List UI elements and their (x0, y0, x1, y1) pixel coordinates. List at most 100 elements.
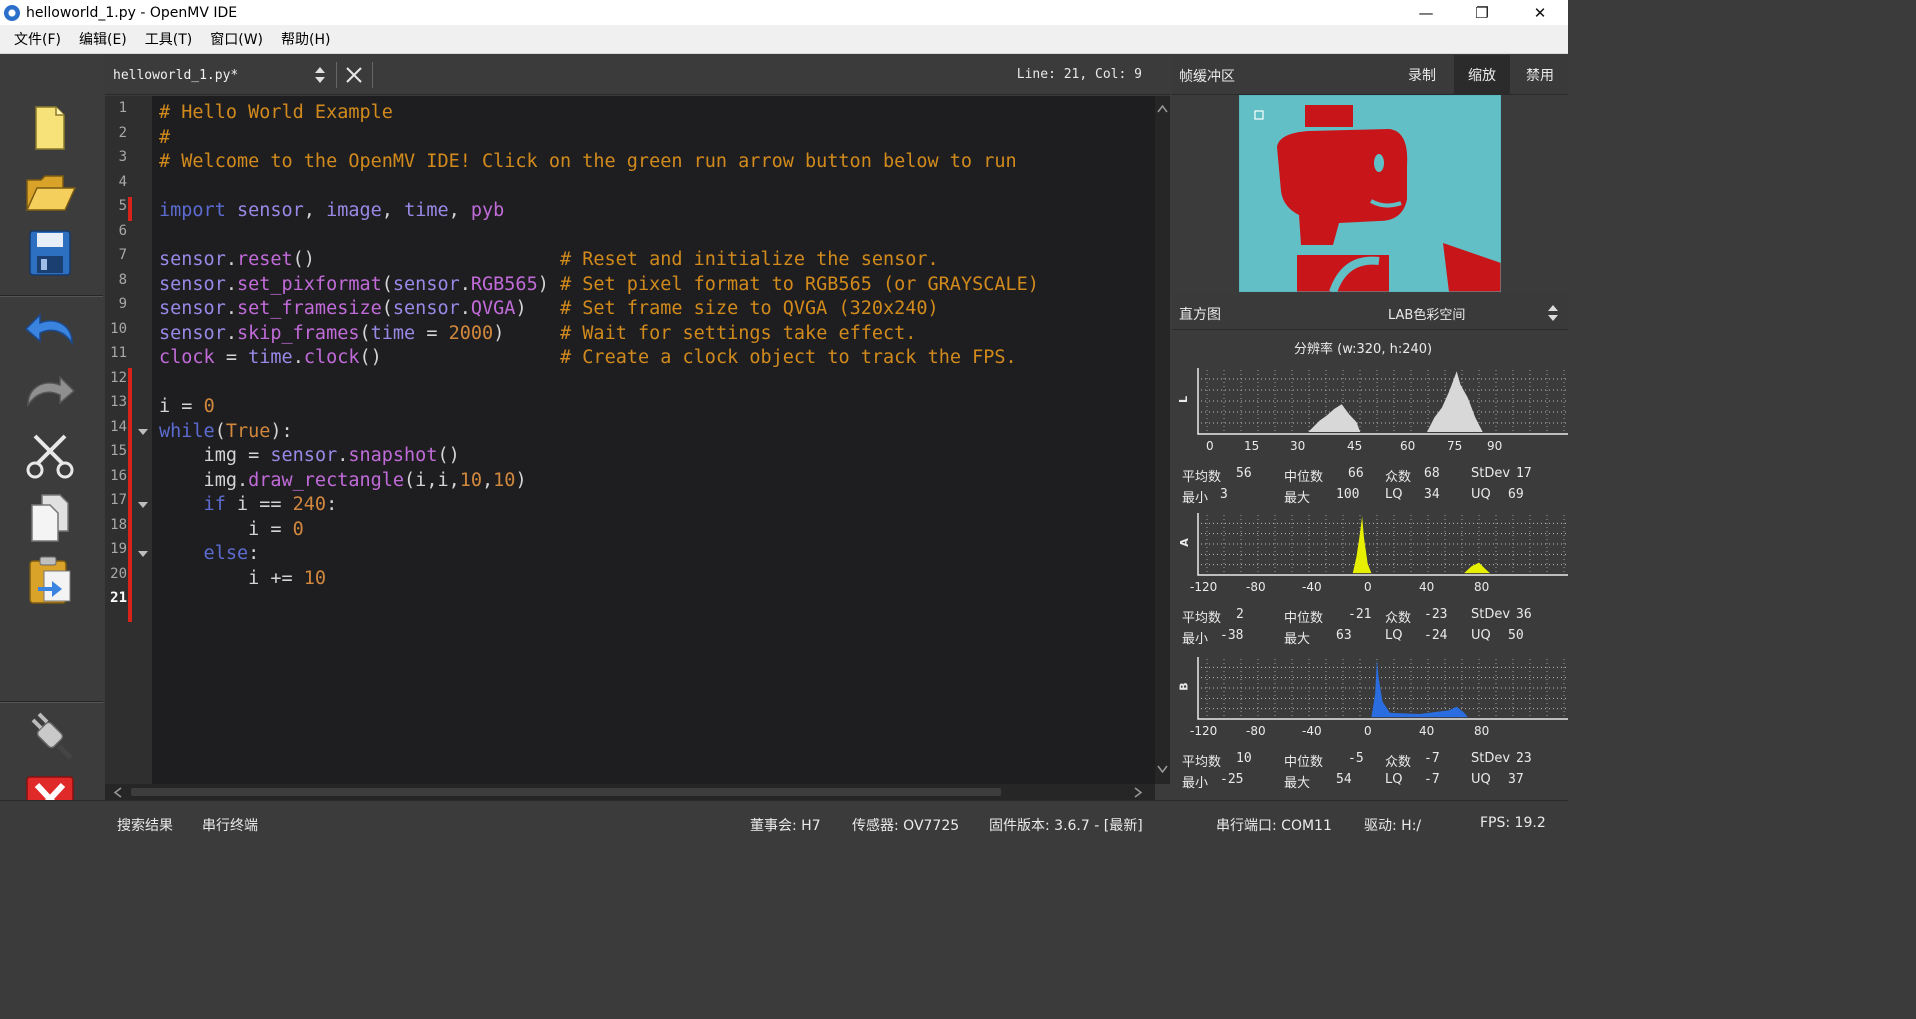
search-results-tab[interactable]: 搜索结果 (117, 815, 173, 835)
code-line: sensor.skip_frames(time = 2000) # Wait f… (159, 322, 916, 346)
stat-value-mode: -23 (1424, 607, 1448, 622)
scroll-up-icon[interactable] (1157, 104, 1168, 114)
stat-value-stdev: 36 (1516, 607, 1532, 622)
colorspace-select[interactable]: LAB色彩空间 (1386, 302, 1566, 324)
line-number: 10 (110, 320, 127, 337)
code-token: (i,i, (404, 469, 460, 491)
redo-icon (27, 375, 76, 408)
scroll-left-icon[interactable] (113, 787, 123, 798)
new-file-button[interactable] (18, 100, 82, 156)
axis-tick-label: 60 (1400, 439, 1416, 453)
code-token: if (159, 494, 226, 515)
stat-value-max: 63 (1336, 628, 1352, 643)
code-editor[interactable]: # Hello World Example # # Welcome to the O… (152, 96, 1155, 784)
axis-tick-label: 40 (1419, 580, 1435, 594)
menu-bar: 文件(F) 编辑(E) 工具(T) 窗口(W) 帮助(H) (0, 25, 1568, 54)
code-line: while(True): (159, 420, 293, 444)
menu-tools[interactable]: 工具(T) (137, 26, 200, 52)
stat-label-min: 最小 (1182, 776, 1209, 791)
code-token: # (159, 126, 171, 148)
code-token: () (359, 347, 561, 368)
fold-arrow-icon[interactable] (138, 502, 148, 508)
code-line: i += 10 (159, 567, 326, 591)
code-token: set_framesize (236, 298, 382, 319)
code-token: . (225, 249, 237, 270)
code-line: sensor.set_framesize(sensor.QVGA) # Set … (159, 297, 939, 321)
axis-tick-label: -120 (1190, 580, 1218, 594)
menu-help[interactable]: 帮助(H) (273, 26, 338, 52)
copy-button[interactable] (18, 489, 82, 545)
code-token: ): (270, 420, 293, 442)
maximize-button[interactable]: ❐ (1454, 0, 1510, 25)
stat-label-max: 最大 (1284, 491, 1311, 506)
zoom-button[interactable]: 缩放 (1454, 55, 1510, 95)
paste-button[interactable] (18, 551, 82, 607)
board-status: 董事会: H7 (750, 818, 821, 834)
code-token: # Set pixel format to RGB565 (or GRAYSCA… (559, 273, 1039, 295)
code-line: sensor.set_pixformat(sensor.RGB565) # Se… (159, 273, 1039, 297)
fold-arrow-icon[interactable] (138, 551, 148, 557)
editor-tab-bar: helloworld_1.py* Line: 21, Col: 9 (105, 55, 1170, 95)
histogram-plot-l (1197, 368, 1568, 435)
sensor-status: 传感器: OV7725 (852, 818, 960, 834)
toolbar-separator (0, 295, 103, 297)
code-token: sensor (270, 445, 338, 466)
code-token: . (337, 445, 349, 466)
stat-label-stdev: StDev (1471, 607, 1511, 622)
serial-terminal-tab[interactable]: 串行终端 (202, 815, 258, 835)
save-icon (29, 230, 71, 276)
scroll-right-icon[interactable] (1133, 787, 1143, 798)
connect-button[interactable] (18, 709, 82, 765)
paste-icon (29, 556, 71, 604)
menu-edit[interactable]: 编辑(E) (71, 26, 135, 52)
stat-label-uq: UQ (1471, 628, 1491, 643)
open-file-button[interactable] (18, 163, 82, 219)
line-number: 4 (118, 173, 127, 190)
horizontal-scroll-thumb[interactable] (131, 788, 1001, 796)
code-token: 240 (292, 494, 327, 515)
fold-arrow-icon[interactable] (138, 429, 148, 435)
menu-window[interactable]: 窗口(W) (202, 26, 271, 52)
menu-file[interactable]: 文件(F) (6, 26, 69, 52)
connect-icon (31, 712, 73, 760)
save-button[interactable] (18, 225, 82, 281)
code-token: . (225, 273, 237, 295)
code-token: sensor (159, 322, 226, 344)
axis-tick-label: 0 (1206, 439, 1214, 453)
code-token: . (459, 273, 471, 295)
stat-value-uq: 50 (1508, 628, 1524, 643)
vertical-scrollbar[interactable] (1155, 96, 1170, 784)
close-tab-button[interactable] (341, 61, 367, 89)
firmware-status[interactable]: 固件版本: 3.6.7 - [最新] (989, 815, 1143, 835)
code-token: , (381, 200, 405, 221)
disable-button[interactable]: 禁用 (1512, 55, 1568, 95)
stat-label-mean: 平均数 (1182, 755, 1222, 770)
code-token: snapshot (348, 445, 438, 466)
line-number: 20 (110, 565, 127, 582)
code-token: while (159, 420, 215, 442)
line-number: 7 (118, 247, 127, 263)
file-tab[interactable]: helloworld_1.py* (105, 61, 335, 89)
channel-label: B (1177, 682, 1191, 691)
serial-port-status[interactable]: 串行端口: COM11 (1216, 815, 1332, 835)
line-number: 9 (118, 296, 127, 312)
histogram-series-l (1308, 371, 1483, 432)
minimize-button[interactable]: — (1398, 0, 1454, 25)
horizontal-scrollbar[interactable] (105, 784, 1155, 800)
code-token: : (248, 543, 260, 564)
axis-tick-label: 30 (1290, 439, 1306, 453)
scroll-down-icon[interactable] (1157, 764, 1168, 774)
drive-status[interactable]: 驱动: H:/ (1364, 815, 1421, 835)
cut-button[interactable] (18, 427, 82, 483)
frame-buffer-view (1172, 95, 1568, 292)
record-button[interactable]: 录制 (1394, 55, 1450, 95)
code-token: ( (381, 298, 393, 319)
undo-button[interactable] (18, 303, 82, 359)
close-window-button[interactable]: ✕ (1512, 0, 1568, 25)
redo-button[interactable] (18, 365, 82, 421)
tab-switch-arrows-icon[interactable] (312, 63, 328, 87)
line-number: 19 (110, 541, 127, 557)
code-token: ( (214, 420, 226, 442)
stat-label-mode: 众数 (1385, 611, 1412, 626)
